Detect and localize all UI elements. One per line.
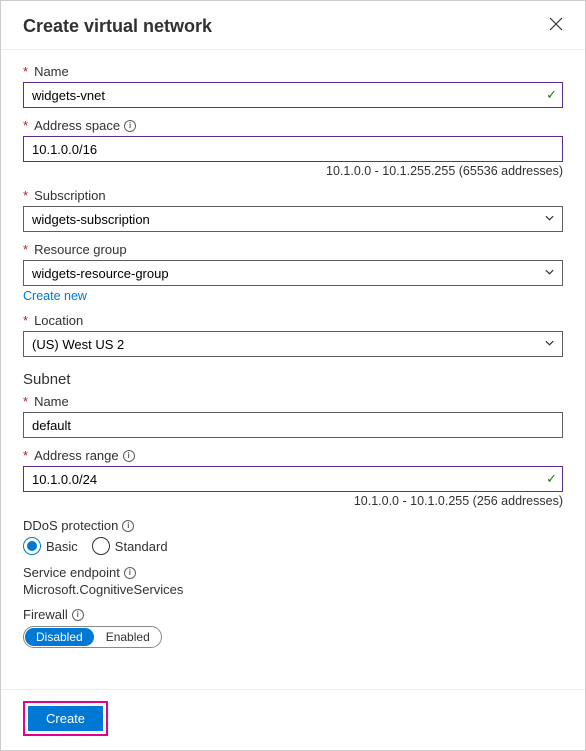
info-icon[interactable]: i [124,120,136,132]
subnet-heading: Subnet [23,371,563,388]
ddos-label: DDoS protection [23,518,118,533]
ddos-standard-label: Standard [115,539,168,554]
field-resource-group: *Resource group Create new [23,242,563,303]
service-endpoint-label-row: Service endpoint i [23,565,563,580]
name-label: Name [34,64,69,79]
firewall-label: Firewall [23,607,68,622]
ddos-basic-label: Basic [46,539,78,554]
field-address-space: *Address space i 10.1.0.0 - 10.1.255.255… [23,118,563,178]
info-icon[interactable]: i [72,609,84,621]
info-icon[interactable]: i [124,567,136,579]
ddos-standard-radio[interactable]: Standard [92,537,168,555]
subnet-name-label: Name [34,394,69,409]
info-icon[interactable]: i [123,450,135,462]
field-address-range: *Address range i ✓ 10.1.0.0 - 10.1.0.255… [23,448,563,508]
address-range-helper: 10.1.0.0 - 10.1.0.255 (256 addresses) [23,494,563,508]
subscription-label: Subscription [34,188,106,203]
panel-footer: Create [1,689,585,750]
address-space-helper: 10.1.0.0 - 10.1.255.255 (65536 addresses… [23,164,563,178]
panel-body: *Name ✓ *Address space i 10.1.0.0 - 10.1… [1,50,585,689]
field-subnet-name: *Name [23,394,563,438]
name-input[interactable] [23,82,563,108]
panel-header: Create virtual network [1,1,585,50]
location-select[interactable] [23,331,563,357]
firewall-disabled-seg[interactable]: Disabled [25,628,94,646]
panel-title: Create virtual network [23,16,212,37]
ddos-options: Basic Standard [23,537,563,555]
info-icon[interactable]: i [122,520,134,532]
location-label: Location [34,313,83,328]
address-range-label: Address range [34,448,119,463]
ddos-label-row: DDoS protection i [23,518,563,533]
resource-group-label: Resource group [34,242,127,257]
field-name: *Name ✓ [23,64,563,108]
close-icon[interactable] [545,13,567,39]
create-vnet-panel: Create virtual network *Name ✓ *Address … [0,0,586,751]
firewall-toggle[interactable]: Disabled Enabled [23,626,162,648]
address-range-input[interactable] [23,466,563,492]
ddos-basic-radio[interactable]: Basic [23,537,78,555]
field-location: *Location [23,313,563,357]
firewall-label-row: Firewall i [23,607,563,622]
service-endpoint-label: Service endpoint [23,565,120,580]
create-button-focus-ring: Create [23,701,108,736]
address-space-input[interactable] [23,136,563,162]
subscription-select[interactable] [23,206,563,232]
create-new-link[interactable]: Create new [23,289,87,303]
address-space-label: Address space [34,118,120,133]
field-subscription: *Subscription [23,188,563,232]
resource-group-select[interactable] [23,260,563,286]
service-endpoint-value: Microsoft.CognitiveServices [23,582,563,597]
create-button[interactable]: Create [28,706,103,731]
subnet-name-input[interactable] [23,412,563,438]
firewall-enabled-seg[interactable]: Enabled [95,627,161,647]
